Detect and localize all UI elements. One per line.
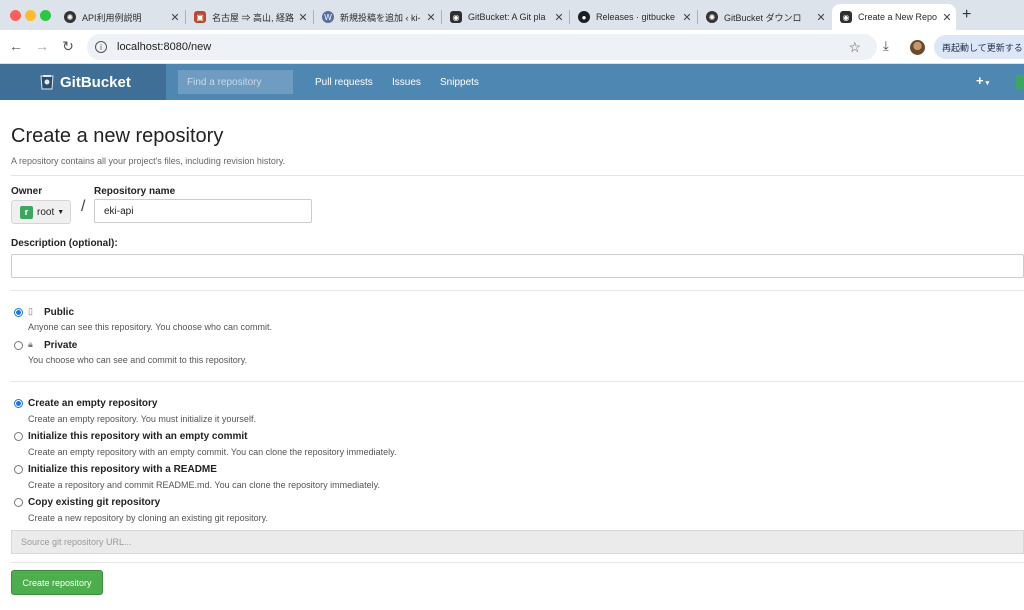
openai-icon: ✺ (64, 11, 76, 23)
owner-name: root (37, 206, 55, 218)
browser-tab[interactable]: ◉ GitBucket: A Git pla ✕ (442, 4, 568, 30)
train-icon: ▣ (194, 11, 206, 23)
chevron-down-icon: ▼ (57, 208, 65, 216)
description-input[interactable] (11, 254, 1024, 278)
lock-icon: 🔒︎ (28, 339, 33, 349)
close-tab-icon[interactable]: ✕ (550, 11, 568, 24)
browser-toolbar: ← → ↻ i localhost:8080/new ☆ (0, 30, 1024, 64)
tab-title: GitBucket: A Git pla (468, 12, 546, 22)
divider (11, 381, 1024, 382)
github-icon: ● (578, 11, 590, 23)
close-tab-icon[interactable]: ✕ (678, 11, 696, 24)
download-icon[interactable]: ⤓ (883, 38, 889, 54)
owner-avatar: r (20, 205, 33, 219)
forward-arrow-icon[interactable]: → (34, 38, 50, 54)
address-bar[interactable]: i localhost:8080/new ☆ (87, 34, 877, 60)
owner-label: Owner (11, 186, 43, 197)
nav-issues[interactable]: Issues (392, 64, 421, 100)
repository-name-input[interactable] (94, 199, 312, 223)
nav-snippets[interactable]: Snippets (440, 64, 479, 100)
browser-tab[interactable]: W 新規投稿を追加 ‹ ki- ✕ (314, 4, 440, 30)
copy-existing-title: Copy existing git repository (28, 497, 161, 508)
public-option-desc: Anyone can see this repository. You choo… (28, 322, 272, 332)
new-tab-icon[interactable]: + (962, 6, 971, 24)
init-readme-radio[interactable] (14, 465, 23, 474)
tab-title: 新規投稿を追加 ‹ ki- (340, 12, 421, 23)
gitbucket-icon: ◉ (840, 11, 852, 23)
repo-icon: ▯ (28, 306, 33, 316)
init-empty-commit-desc: Create an empty repository with an empty… (28, 447, 397, 457)
brand-name: GitBucket (60, 73, 131, 91)
nav-pull-requests[interactable]: Pull requests (315, 64, 373, 100)
profile-avatar[interactable] (910, 40, 925, 55)
browser-tab-active[interactable]: ◉ Create a New Repo ✕ (832, 4, 956, 30)
close-tab-icon[interactable]: ✕ (812, 11, 830, 24)
page-title: Create a new repository (11, 125, 224, 147)
description-label: Description (optional): (11, 238, 118, 249)
browser-tab[interactable]: ▣ 名古屋 ⇒ 高山, 経路情 ✕ (186, 4, 312, 30)
gitbucket-logo-icon (40, 75, 54, 90)
app-header: GitBucket Pull requests Issues Snippets … (0, 64, 1024, 100)
public-radio[interactable] (14, 308, 23, 317)
init-empty-desc: Create an empty repository. You must ini… (28, 414, 256, 424)
close-tab-icon[interactable]: ✕ (422, 11, 440, 24)
openai-icon: ✺ (706, 11, 718, 23)
create-new-menu[interactable]: + ▾ (976, 73, 989, 88)
create-repository-button[interactable]: Create repository (11, 570, 103, 595)
init-empty-commit-radio[interactable] (14, 432, 23, 441)
bookmark-star-icon[interactable]: ☆ (848, 39, 861, 56)
close-tab-icon[interactable]: ✕ (294, 11, 312, 24)
gitbucket-icon: ◉ (450, 11, 462, 23)
divider (11, 290, 1024, 291)
init-empty-radio[interactable] (14, 399, 23, 408)
init-readme-title: Initialize this repository with a README (28, 464, 217, 475)
tab-title: GitBucket ダウンロ (724, 12, 802, 23)
window-minimize-button[interactable] (25, 10, 36, 21)
private-option-title: Private (44, 340, 78, 351)
private-option-desc: You choose who can see and commit to thi… (28, 355, 248, 365)
close-tab-icon[interactable]: ✕ (166, 11, 184, 24)
public-option-title: Public (44, 307, 75, 318)
browser-tab[interactable]: ✺ GitBucket ダウンロ ✕ (698, 4, 830, 30)
back-arrow-icon[interactable]: ← (8, 38, 24, 54)
address-url[interactable]: localhost:8080/new (117, 41, 211, 53)
init-empty-commit-title: Initialize this repository with an empty… (28, 431, 248, 442)
page-subtitle: A repository contains all your project's… (11, 156, 286, 166)
site-info-icon[interactable]: i (95, 41, 107, 53)
divider (11, 175, 1024, 176)
window-maximize-button[interactable] (40, 10, 51, 21)
relaunch-update-button[interactable]: 再起動して更新する (934, 35, 1024, 59)
tab-title: 名古屋 ⇒ 高山, 経路情 (212, 12, 294, 23)
tab-title: API利用例説明 (82, 12, 142, 23)
wordpress-icon: W (322, 11, 334, 23)
browser-tab-bar: ✺ API利用例説明 ✕ ▣ 名古屋 ⇒ 高山, 経路情 ✕ W 新規投稿を追加… (0, 0, 1024, 30)
repository-search-input[interactable] (178, 70, 293, 94)
window-close-button[interactable] (10, 10, 21, 21)
chevron-down-icon: ▾ (985, 80, 990, 87)
tab-title: Releases · gitbucke (596, 12, 676, 22)
owner-select-button[interactable]: r root ▼ (11, 200, 71, 224)
private-radio[interactable] (14, 341, 23, 350)
repository-name-label: Repository name (94, 186, 176, 197)
browser-tab[interactable]: ● Releases · gitbucke ✕ (570, 4, 696, 30)
divider (11, 562, 1024, 563)
copy-existing-desc: Create a new repository by cloning an ex… (28, 513, 268, 523)
init-empty-title: Create an empty repository (28, 398, 158, 409)
copy-existing-radio[interactable] (14, 498, 23, 507)
browser-tab[interactable]: ✺ API利用例説明 ✕ (56, 4, 184, 30)
owner-repo-separator: / (81, 198, 86, 215)
reload-icon[interactable]: ↻ (60, 38, 76, 55)
plus-icon: + (976, 73, 984, 88)
close-tab-icon[interactable]: ✕ (938, 11, 956, 24)
tab-title: Create a New Repo (858, 12, 938, 22)
brand-link[interactable]: GitBucket (0, 64, 166, 100)
user-avatar[interactable] (1016, 75, 1024, 89)
source-url-input[interactable] (11, 530, 1024, 554)
init-readme-desc: Create a repository and commit README.md… (28, 480, 380, 490)
